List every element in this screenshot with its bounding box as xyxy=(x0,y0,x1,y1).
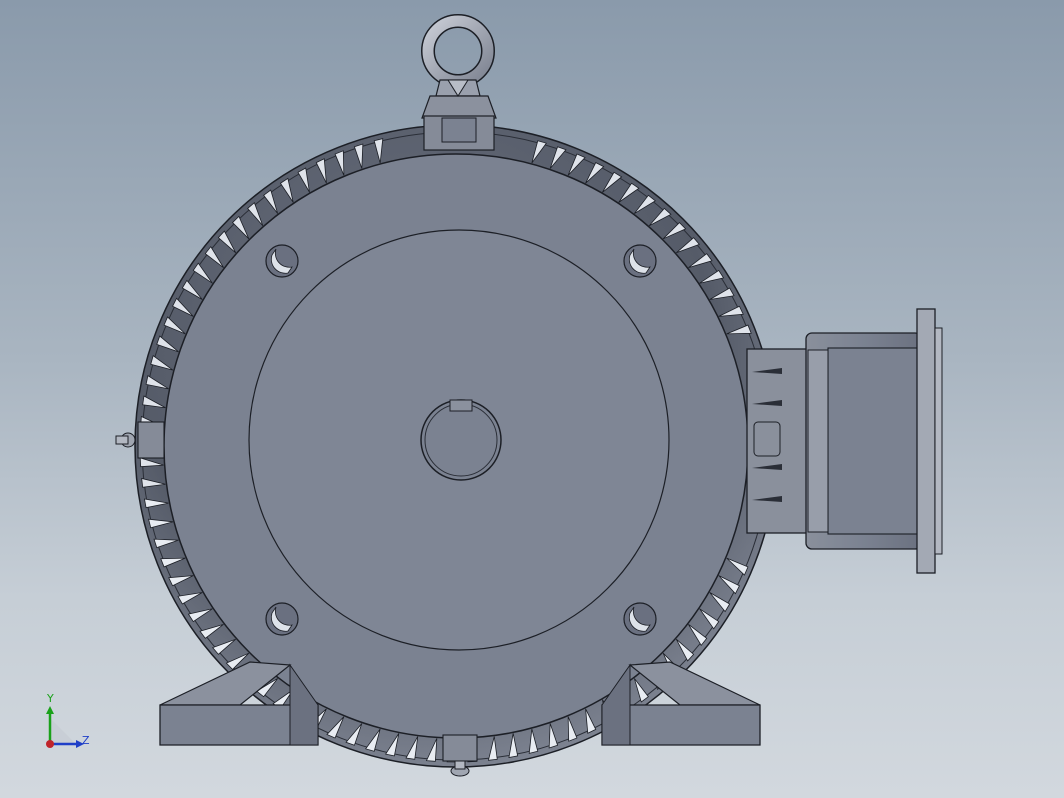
y-axis-arrow-icon xyxy=(46,706,54,714)
drain-plug[interactable] xyxy=(442,734,478,777)
graphics-viewport[interactable]: Y Z xyxy=(0,0,1064,798)
z-axis-label: Z xyxy=(82,734,90,747)
coordinate-triad: Y Z xyxy=(38,692,108,758)
eye-bolt[interactable] xyxy=(421,14,497,151)
motor-model[interactable] xyxy=(0,0,1064,798)
shaft-bore[interactable] xyxy=(420,399,502,481)
terminal-box[interactable] xyxy=(746,308,943,574)
y-axis-label: Y xyxy=(47,692,54,705)
grease-nipple[interactable] xyxy=(115,421,165,459)
x-axis-dot-icon xyxy=(46,740,54,748)
shaft-key xyxy=(449,399,473,412)
